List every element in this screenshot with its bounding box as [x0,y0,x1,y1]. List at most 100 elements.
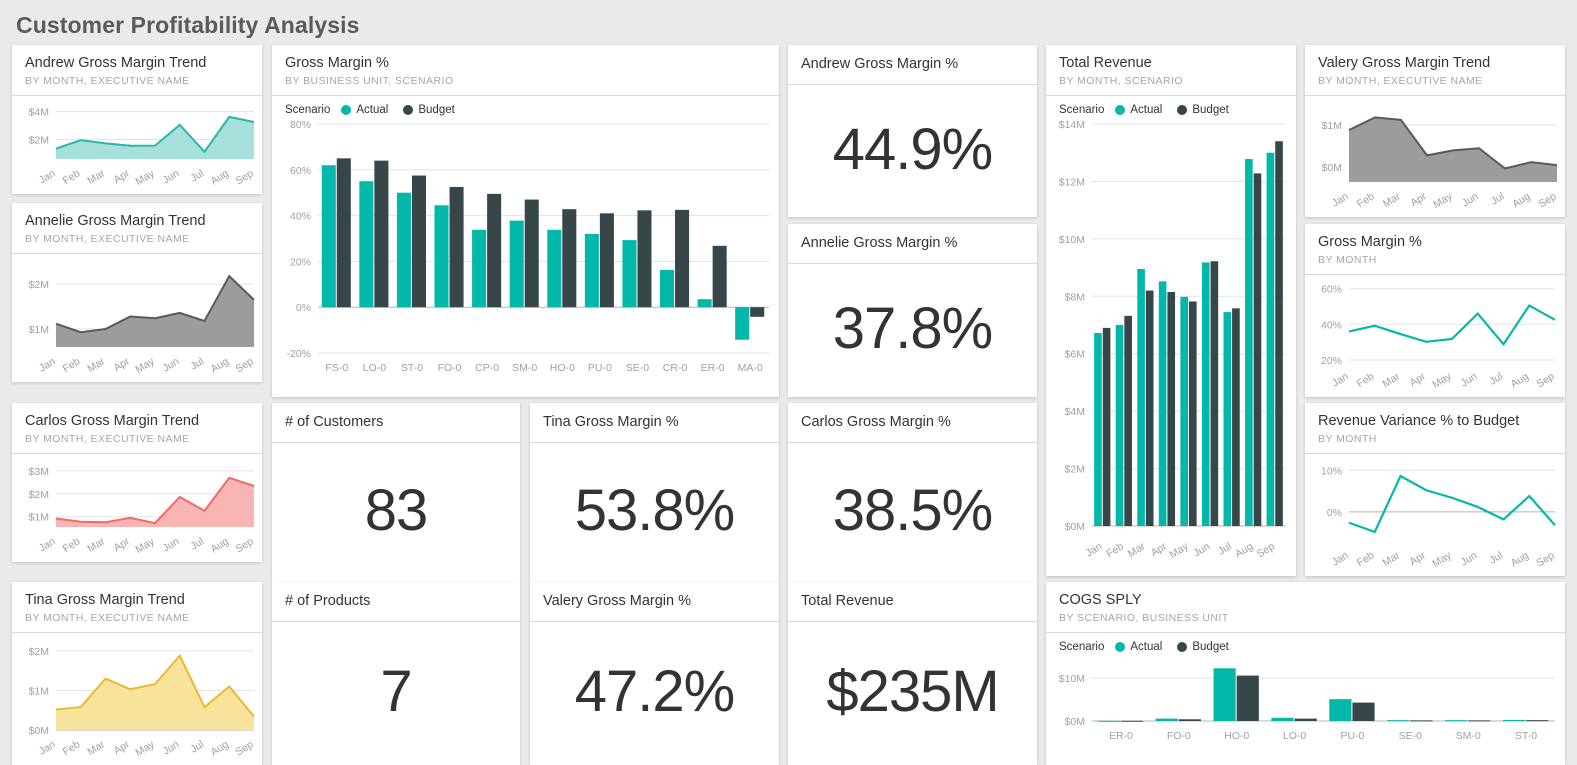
bar-budget[interactable] [562,209,577,308]
bar-actual[interactable] [509,221,524,308]
bar-budget[interactable] [1145,290,1154,527]
tile-title: Tina Gross Margin % [543,414,679,430]
bar-actual[interactable] [735,307,750,341]
chart-area[interactable]: 80% 60% 40% 20% 0% -20% FS-0 LO-0 ST-0 FO-0 CP-0 SM… [272,116,779,381]
tile-total-revenue-chart[interactable]: Total Revenue BY MONTH, SCENARIO Scenari… [1046,45,1296,576]
bar-actual[interactable] [1266,153,1275,527]
tile-cogs-sply[interactable]: COGS SPLY BY SCENARIO, BUSINESS UNIT Sce… [1046,582,1565,765]
bar-actual[interactable] [547,230,562,308]
tile-gross-margin-by-month[interactable]: Gross Margin % BY MONTH 60% 40% 20% Jan Feb M… [1305,224,1565,397]
bar-budget[interactable] [487,194,502,308]
bar-actual[interactable] [1329,699,1352,722]
bar-budget[interactable] [1189,301,1197,527]
bar-actual[interactable] [584,234,599,308]
chart-area[interactable]: $14M $12M $10M $8M $6M $4M $2M $0M Jan Feb Mar Apr M… [1046,116,1296,560]
tile-gross-margin-by-business-unit[interactable]: Gross Margin % BY BUSINESS UNIT, SCENARI… [272,45,779,397]
bar-actual[interactable] [1201,262,1210,527]
bar-actual[interactable] [1155,719,1178,722]
bar-budget[interactable] [1124,316,1132,527]
tile-annelie-gross-margin-pct[interactable]: Annelie Gross Margin % 37.8% [788,224,1037,397]
legend-item-actual[interactable]: Actual [1115,641,1162,653]
bar-actual[interactable] [1158,281,1167,527]
bar-actual[interactable] [697,299,712,308]
bar-actual[interactable] [1223,312,1232,527]
chart-area[interactable]: $4M $2M Jan Feb Mar Apr May Jun Jul Aug Sep [12,96,262,189]
bar-budget[interactable] [1468,720,1491,722]
bar-actual[interactable] [1213,668,1236,722]
chart-area[interactable]: $2M $1M Jan Feb Mar Apr May Jun Jul Aug Sep [12,254,262,377]
x-axis-label: Feb [61,168,83,188]
bar-actual[interactable] [359,181,374,308]
tile-num-products[interactable]: # of Products 7 [272,582,520,765]
tile-tina-gross-margin-pct[interactable]: Tina Gross Margin % 53.8% [530,403,779,582]
bar-actual[interactable] [1502,720,1526,722]
bar-budget[interactable] [524,199,539,308]
legend-item-budget[interactable]: Budget [1177,104,1229,116]
y-axis-label: $1M [1322,120,1342,132]
bar-budget[interactable] [1410,720,1433,722]
bar-actual[interactable] [660,270,675,308]
bar-budget[interactable] [336,158,351,308]
bar-budget[interactable] [1275,141,1283,527]
bar-actual[interactable] [1271,718,1294,722]
tile-total-revenue-kpi[interactable]: Total Revenue $235M [788,582,1037,765]
bar-budget[interactable] [599,213,614,308]
tile-andrew-gross-margin-trend[interactable]: Andrew Gross Margin Trend BY MONTH, EXEC… [12,45,262,194]
bar-actual[interactable] [1445,720,1468,722]
bar-actual[interactable] [1137,269,1145,527]
bar-budget[interactable] [1352,702,1375,722]
bar-budget[interactable] [750,307,765,318]
bar-actual[interactable] [1094,333,1102,527]
tile-tina-gross-margin-trend[interactable]: Tina Gross Margin Trend BY MONTH, EXECUT… [12,582,262,765]
legend-item-budget[interactable]: Budget [1177,641,1229,653]
tile-valery-gross-margin-trend[interactable]: Valery Gross Margin Trend BY MONTH, EXEC… [1305,45,1565,217]
bar-budget[interactable] [449,187,464,308]
legend-item-actual[interactable]: Actual [341,104,388,116]
legend-item-actual[interactable]: Actual [1115,104,1162,116]
chart-legend[interactable]: Scenario Actual Budget [1046,96,1296,116]
bar-budget[interactable] [1167,292,1176,527]
tile-num-customers[interactable]: # of Customers 83 [272,403,520,582]
bar-actual[interactable] [1180,297,1188,527]
tile-valery-gross-margin-pct[interactable]: Valery Gross Margin % 47.2% [530,582,779,765]
chart-area[interactable]: $10M $0M ER-0 FO-0 HO-0 LO-0 PU-0 SE-0 SM-0 ST-0 [1046,653,1565,749]
chart-area[interactable]: 10% 0% Jan Feb Mar Apr May Jun Jul Aug Sep [1305,454,1565,571]
x-axis-label: ST-0 [1515,730,1537,742]
bar-budget[interactable] [1232,308,1240,527]
bar-actual[interactable] [472,230,487,308]
tile-revenue-variance[interactable]: Revenue Variance % to Budget BY MONTH 10… [1305,403,1565,576]
chart-area[interactable]: 60% 40% 20% Jan Feb Mar Apr May Jun Jul Aug Sep [1305,275,1565,392]
tile-annelie-gross-margin-trend[interactable]: Annelie Gross Margin Trend BY MONTH, EXE… [12,203,262,382]
tile-andrew-gross-margin-pct[interactable]: Andrew Gross Margin % 44.9% [788,45,1037,217]
y-axis-label: $4M [1065,407,1085,419]
chart-area[interactable]: $2M $1M $0M Jan Feb Mar Apr May Jun Jul Aug Sep [12,633,262,760]
tile-carlos-gross-margin-pct[interactable]: Carlos Gross Margin % 38.5% [788,403,1037,582]
bar-budget[interactable] [1253,173,1262,527]
legend-item-budget[interactable]: Budget [403,104,455,116]
bar-budget[interactable] [1178,719,1201,722]
chart-area[interactable]: $1M $0M Jan Feb Mar Apr May Jun Jul Aug Sep [1305,96,1565,212]
bar-actual[interactable] [321,165,336,308]
bar-actual[interactable] [396,193,411,308]
bar-budget[interactable] [1526,720,1549,722]
chart-area[interactable]: $3M $2M $1M Jan Feb Mar Apr May Jun Jul Aug Sep [12,454,262,557]
bar-budget[interactable] [411,175,426,308]
tile-carlos-gross-margin-trend[interactable]: Carlos Gross Margin Trend BY MONTH, EXEC… [12,403,262,562]
bar-budget[interactable] [1236,675,1259,722]
bar-budget[interactable] [675,210,690,308]
bar-actual[interactable] [1387,720,1410,722]
bar-budget[interactable] [1294,719,1317,722]
bar-actual[interactable] [622,240,637,308]
bar-budget[interactable] [1120,721,1144,723]
bar-actual[interactable] [434,205,449,308]
chart-legend[interactable]: Scenario Actual Budget [1046,633,1565,653]
bar-actual[interactable] [1245,159,1253,527]
bar-budget[interactable] [374,161,389,308]
bar-budget[interactable] [637,210,652,308]
chart-legend[interactable]: Scenario Actual Budget [272,96,779,116]
bar-budget[interactable] [712,246,727,308]
bar-actual[interactable] [1115,325,1124,527]
bar-actual[interactable] [1097,721,1120,723]
bar-budget[interactable] [1210,261,1219,527]
bar-budget[interactable] [1102,328,1111,527]
